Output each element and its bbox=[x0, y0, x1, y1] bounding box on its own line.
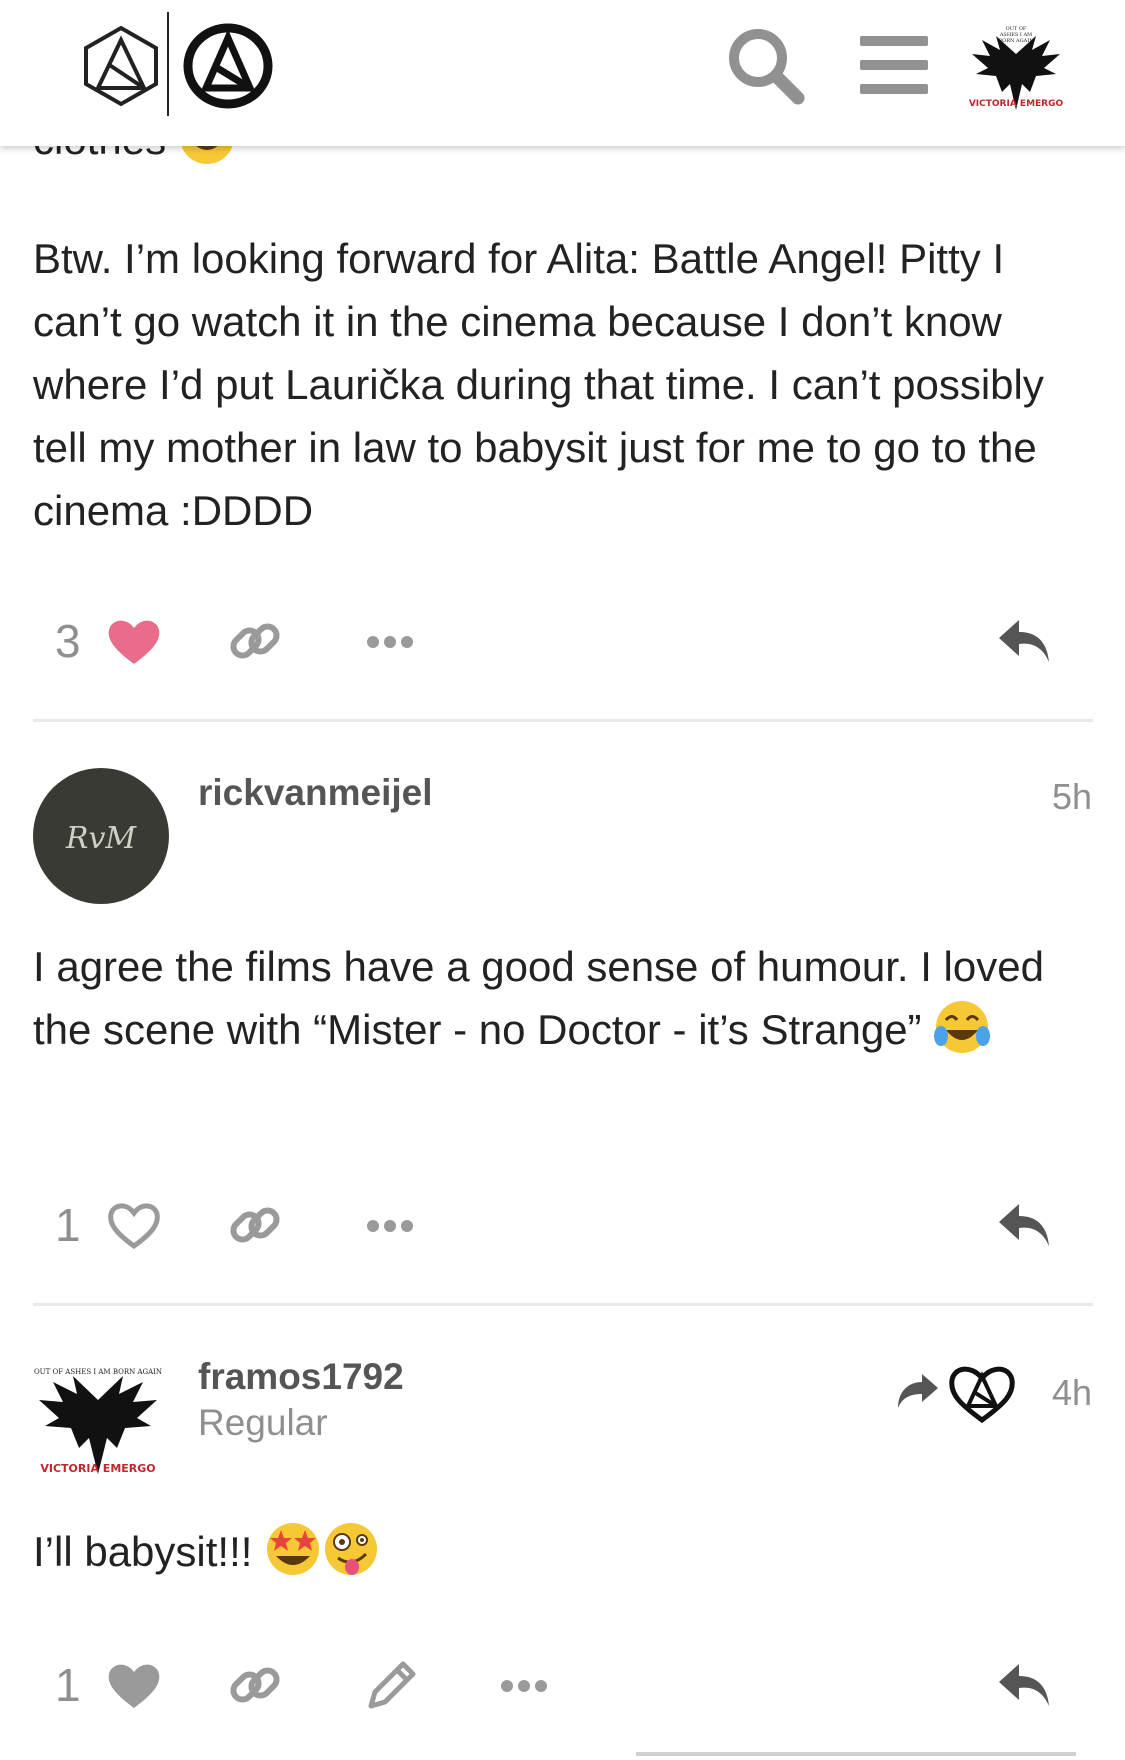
post-body: I agree the films have a good sense of h… bbox=[33, 935, 1093, 1061]
post-time[interactable]: 4h bbox=[1052, 1372, 1092, 1414]
svg-text:VICTORIA EMERGO: VICTORIA EMERGO bbox=[40, 1462, 155, 1475]
post-actions: 3 bbox=[33, 606, 1093, 676]
post-body: Btw. I’m looking forward for Alita: Batt… bbox=[33, 235, 1044, 534]
star-struck-emoji bbox=[264, 1520, 322, 1578]
scroll-indicator bbox=[636, 1752, 1076, 1756]
username[interactable]: rickvanmeijel bbox=[198, 772, 432, 814]
like-count: 1 bbox=[55, 1659, 81, 1711]
current-user-avatar[interactable]: OUT OF ASHES I AM BORN AGAIN VICTORIA EM… bbox=[966, 14, 1066, 118]
post-separator bbox=[33, 1303, 1093, 1306]
avatar[interactable]: OUT OF ASHES I AM BORN AGAIN VICTORIA EM… bbox=[33, 1350, 163, 1490]
user-title: Regular bbox=[198, 1402, 328, 1443]
heart-outline-icon[interactable] bbox=[105, 1196, 163, 1254]
linkin-park-circle-logo-icon[interactable] bbox=[182, 22, 274, 110]
heart-filled-icon[interactable] bbox=[105, 612, 163, 670]
reply-icon[interactable] bbox=[995, 1656, 1053, 1714]
more-options-icon[interactable] bbox=[361, 612, 419, 670]
link-icon[interactable] bbox=[226, 612, 284, 670]
reply-to-arrow-icon[interactable] bbox=[896, 1370, 940, 1410]
avatar[interactable]: RvM bbox=[33, 768, 169, 904]
edit-pencil-icon[interactable] bbox=[363, 1656, 421, 1714]
like-count: 3 bbox=[55, 615, 81, 667]
post-body: I’ll babysit!!! bbox=[33, 1520, 1093, 1583]
more-options-icon[interactable] bbox=[495, 1656, 553, 1714]
username[interactable]: framos1792 bbox=[198, 1356, 404, 1398]
post-separator bbox=[33, 719, 1093, 722]
svg-text:RvM: RvM bbox=[65, 821, 138, 856]
post-actions: 1 bbox=[33, 1650, 1093, 1720]
heart-filled-gray-icon[interactable] bbox=[105, 1656, 163, 1714]
linkin-park-heart-badge-icon[interactable] bbox=[948, 1362, 1016, 1424]
more-options-icon[interactable] bbox=[361, 1196, 419, 1254]
link-icon[interactable] bbox=[226, 1656, 284, 1714]
svg-text:OUT OF ASHES I AM BORN AGAIN: OUT OF ASHES I AM BORN AGAIN bbox=[34, 1368, 162, 1376]
zany-face-emoji bbox=[322, 1520, 380, 1578]
tears-of-joy-emoji bbox=[933, 998, 991, 1056]
reply-icon[interactable] bbox=[995, 1196, 1053, 1254]
post-actions: 1 bbox=[33, 1190, 1093, 1260]
site-header: OUT OF ASHES I AM BORN AGAIN VICTORIA EM… bbox=[0, 0, 1125, 146]
link-icon[interactable] bbox=[226, 1196, 284, 1254]
hybrid-theory-logo-icon[interactable] bbox=[82, 24, 160, 108]
logo-divider bbox=[167, 12, 169, 116]
like-count: 1 bbox=[55, 1199, 81, 1251]
reply-icon[interactable] bbox=[995, 612, 1053, 670]
post-time[interactable]: 5h bbox=[1052, 776, 1092, 818]
search-icon[interactable] bbox=[724, 24, 806, 106]
hamburger-menu-icon[interactable] bbox=[858, 34, 930, 96]
svg-text:VICTORIA EMERGO: VICTORIA EMERGO bbox=[969, 99, 1064, 109]
